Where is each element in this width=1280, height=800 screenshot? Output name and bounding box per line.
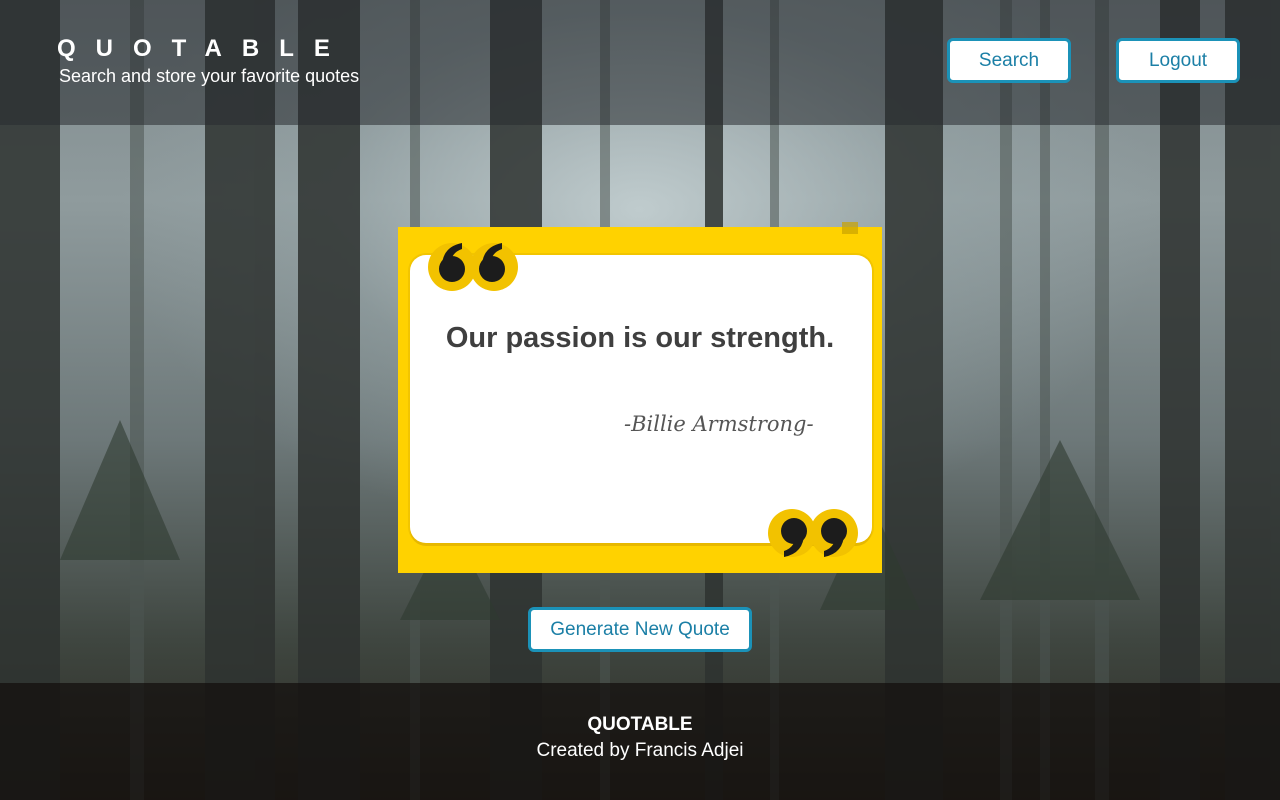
- logout-button[interactable]: Logout: [1116, 38, 1240, 83]
- quote-card-inner: [410, 255, 872, 543]
- quote-card: Our passion is our strength. -Billie Arm…: [398, 227, 882, 573]
- card-corner-tab: [842, 222, 858, 234]
- footer: QUOTABLE Created by Francis Adjei: [0, 683, 1280, 800]
- quote-author: -Billie Armstrong-: [624, 412, 814, 436]
- search-button[interactable]: Search: [947, 38, 1071, 83]
- brand-title: QUOTABLE: [57, 35, 350, 62]
- close-quote-icon: [768, 509, 858, 557]
- footer-title: QUOTABLE: [587, 714, 693, 735]
- brand-subtitle: Search and store your favorite quotes: [59, 66, 360, 86]
- open-quote-icon: [428, 243, 518, 291]
- quote-text: Our passion is our strength.: [445, 322, 835, 354]
- generate-new-quote-button[interactable]: Generate New Quote: [528, 607, 752, 652]
- footer-credit: Created by Francis Adjei: [536, 740, 744, 761]
- top-header: QUOTABLE Search and store your favorite …: [0, 0, 1280, 125]
